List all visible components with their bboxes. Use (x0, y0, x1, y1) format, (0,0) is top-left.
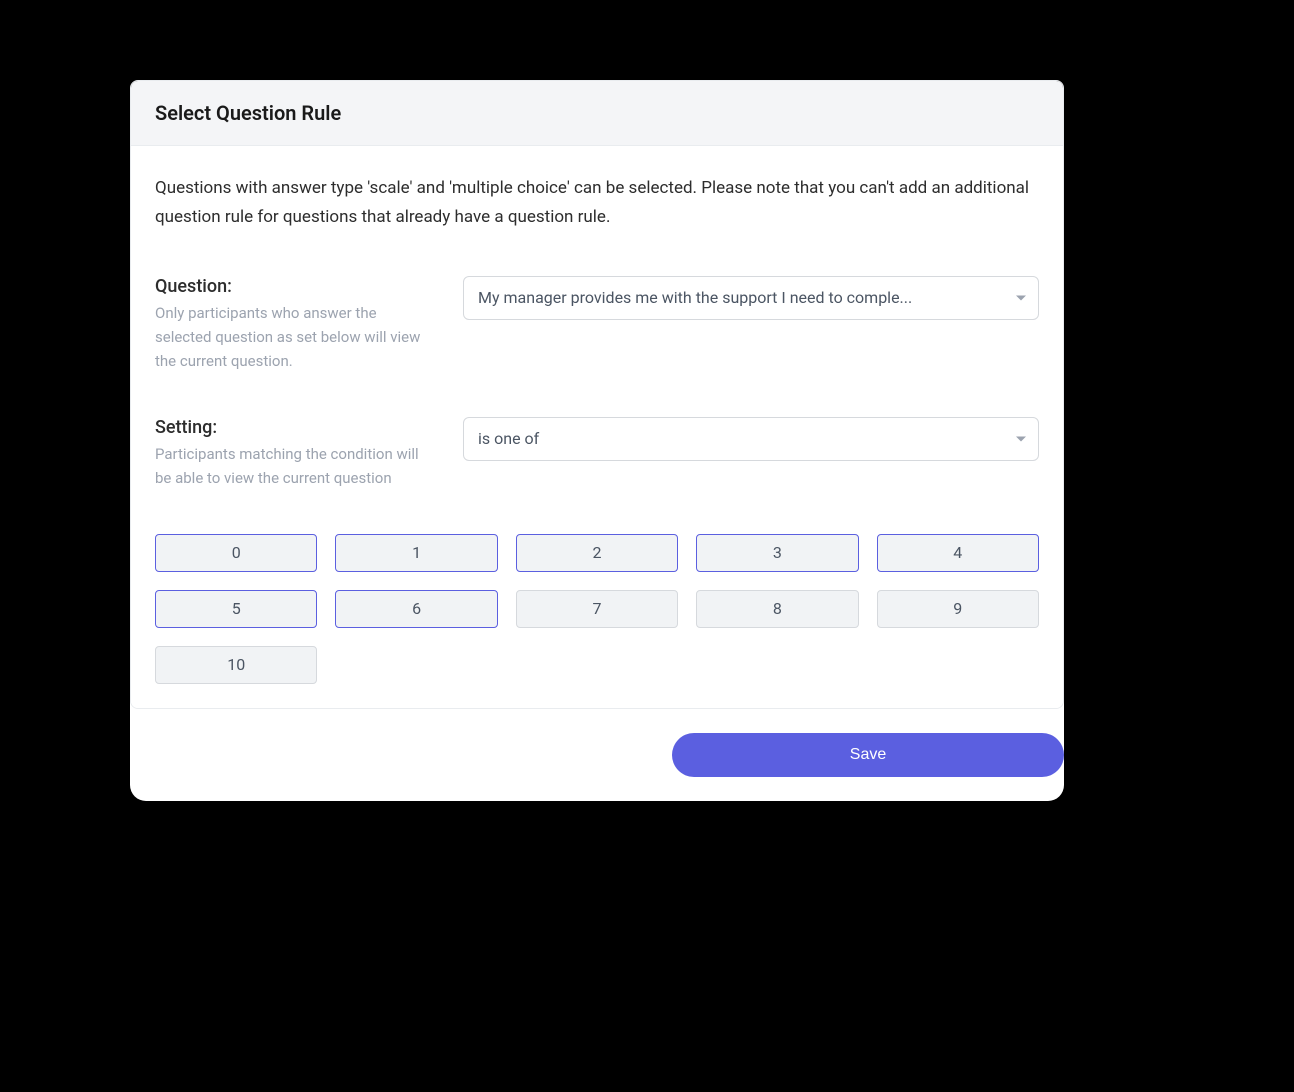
modal-footer: Save (130, 709, 1064, 801)
question-rule-panel: Select Question Rule Questions with answ… (130, 80, 1064, 709)
panel-title: Select Question Rule (155, 101, 1039, 125)
option-2[interactable]: 2 (516, 534, 678, 572)
setting-label: Setting: (155, 417, 435, 438)
question-field-row: Question: Only participants who answer t… (155, 276, 1039, 373)
option-4[interactable]: 4 (877, 534, 1039, 572)
setting-label-col: Setting: Participants matching the condi… (155, 417, 435, 490)
option-5[interactable]: 5 (155, 590, 317, 628)
panel-header: Select Question Rule (131, 81, 1063, 146)
option-0[interactable]: 0 (155, 534, 317, 572)
setting-select[interactable]: is one of (463, 417, 1039, 461)
option-6[interactable]: 6 (335, 590, 497, 628)
option-3[interactable]: 3 (696, 534, 858, 572)
options-grid: 01234 56789 10 (155, 534, 1039, 684)
option-9[interactable]: 9 (877, 590, 1039, 628)
setting-select-value: is one of (478, 429, 998, 448)
option-8[interactable]: 8 (696, 590, 858, 628)
question-help: Only participants who answer the selecte… (155, 301, 435, 373)
chevron-down-icon (1016, 436, 1026, 441)
setting-control-col: is one of (463, 417, 1039, 490)
panel-description: Questions with answer type 'scale' and '… (155, 174, 1039, 232)
option-10[interactable]: 10 (155, 646, 317, 684)
modal: Select Question Rule Questions with answ… (130, 80, 1064, 801)
question-select[interactable]: My manager provides me with the support … (463, 276, 1039, 320)
question-select-value: My manager provides me with the support … (478, 288, 998, 307)
setting-help: Participants matching the condition will… (155, 442, 435, 490)
option-1[interactable]: 1 (335, 534, 497, 572)
save-button[interactable]: Save (672, 733, 1064, 777)
chevron-down-icon (1016, 295, 1026, 300)
setting-field-row: Setting: Participants matching the condi… (155, 417, 1039, 490)
question-label: Question: (155, 276, 435, 297)
question-control-col: My manager provides me with the support … (463, 276, 1039, 373)
option-7[interactable]: 7 (516, 590, 678, 628)
panel-body: Questions with answer type 'scale' and '… (131, 146, 1063, 708)
question-label-col: Question: Only participants who answer t… (155, 276, 435, 373)
